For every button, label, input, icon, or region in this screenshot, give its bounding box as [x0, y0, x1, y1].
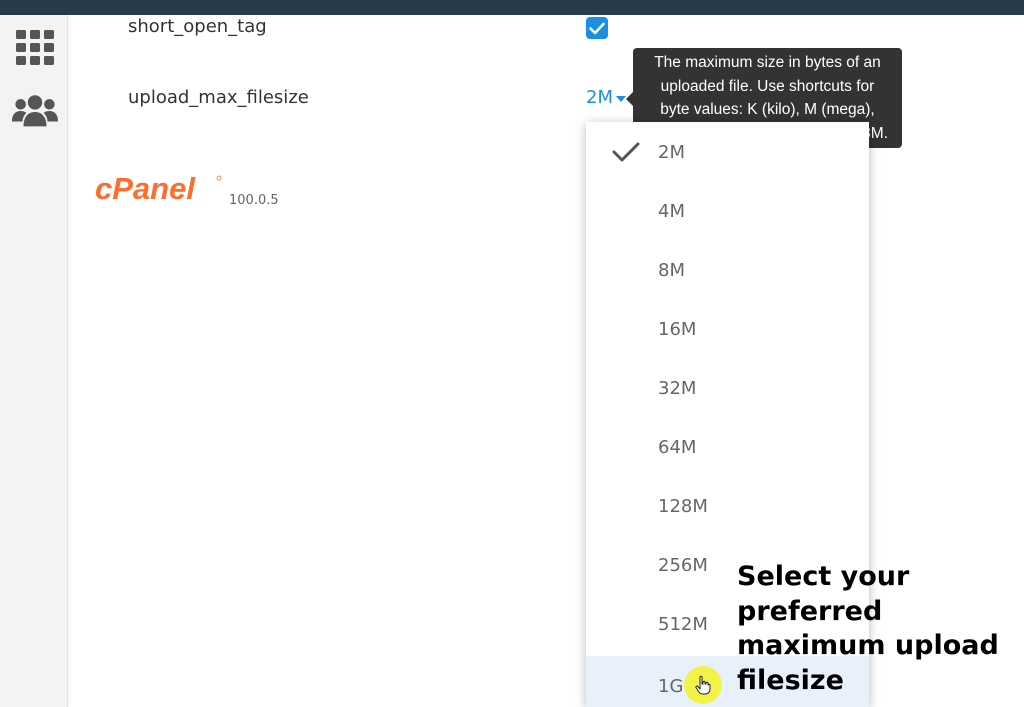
tooltip-line: uploaded file. Use shortcuts for	[660, 77, 875, 95]
short-open-tag-checkbox[interactable]	[586, 17, 608, 39]
option-label: 256M	[658, 555, 708, 576]
checkmark-icon	[612, 142, 640, 162]
option-label: 16M	[658, 319, 697, 340]
option-label: 128M	[658, 496, 708, 517]
tooltip-line: The maximum size in bytes of an	[654, 54, 881, 71]
hand-pointer-icon	[695, 675, 711, 695]
dropdown-option-64m[interactable]: 64M	[586, 417, 869, 476]
option-label: 32M	[658, 378, 697, 399]
selected-value: 2M	[586, 87, 613, 108]
top-bar	[0, 0, 1024, 15]
dropdown-option-2m[interactable]: 2M	[586, 122, 869, 181]
option-label: 2M	[658, 142, 685, 163]
upload-max-filesize-select[interactable]: 2M	[586, 87, 626, 108]
upload-max-filesize-label: upload_max_filesize	[128, 87, 309, 108]
cpanel-logo: cPanel	[95, 172, 225, 204]
cursor-highlight	[684, 666, 722, 704]
caret-down-icon	[615, 95, 626, 102]
dropdown-option-128m[interactable]: 128M	[586, 476, 869, 535]
dropdown-option-32m[interactable]: 32M	[586, 358, 869, 417]
option-label: 512M	[658, 614, 708, 635]
option-label: 8M	[658, 260, 685, 281]
cpanel-logo-image: cPanel	[95, 172, 222, 204]
option-label: 4M	[658, 201, 685, 222]
sidebar	[0, 15, 68, 707]
dropdown-option-16m[interactable]: 16M	[586, 299, 869, 358]
tooltip-line: byte values: K (kilo), M (mega),	[660, 101, 875, 118]
option-label: 64M	[658, 437, 697, 458]
cpanel-version: 100.0.5	[229, 193, 279, 208]
instruction-annotation: Select your preferred maximum upload fil…	[737, 561, 999, 696]
svg-text:cPanel: cPanel	[95, 172, 196, 204]
grid-icon[interactable]	[12, 27, 58, 67]
dropdown-option-8m[interactable]: 8M	[586, 240, 869, 299]
short-open-tag-label: short_open_tag	[128, 16, 267, 37]
dropdown-option-4m[interactable]: 4M	[586, 181, 869, 240]
checkbox-check-icon	[589, 22, 605, 34]
users-icon[interactable]	[12, 91, 58, 131]
option-label: 1G	[658, 676, 684, 697]
